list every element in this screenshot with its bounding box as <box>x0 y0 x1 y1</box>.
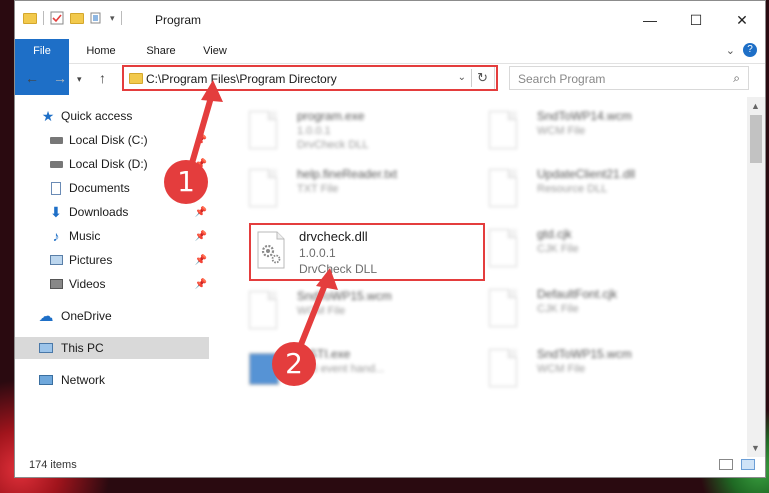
arrowhead-step-2 <box>316 268 338 290</box>
arrowhead-step-1 <box>201 80 223 102</box>
arrow-step-1 <box>187 93 215 171</box>
step-badge-2: 2 <box>272 342 316 386</box>
annotation-arrows <box>187 80 338 354</box>
arrow-step-2 <box>295 280 329 354</box>
step-badge-1: 1 <box>164 160 208 204</box>
